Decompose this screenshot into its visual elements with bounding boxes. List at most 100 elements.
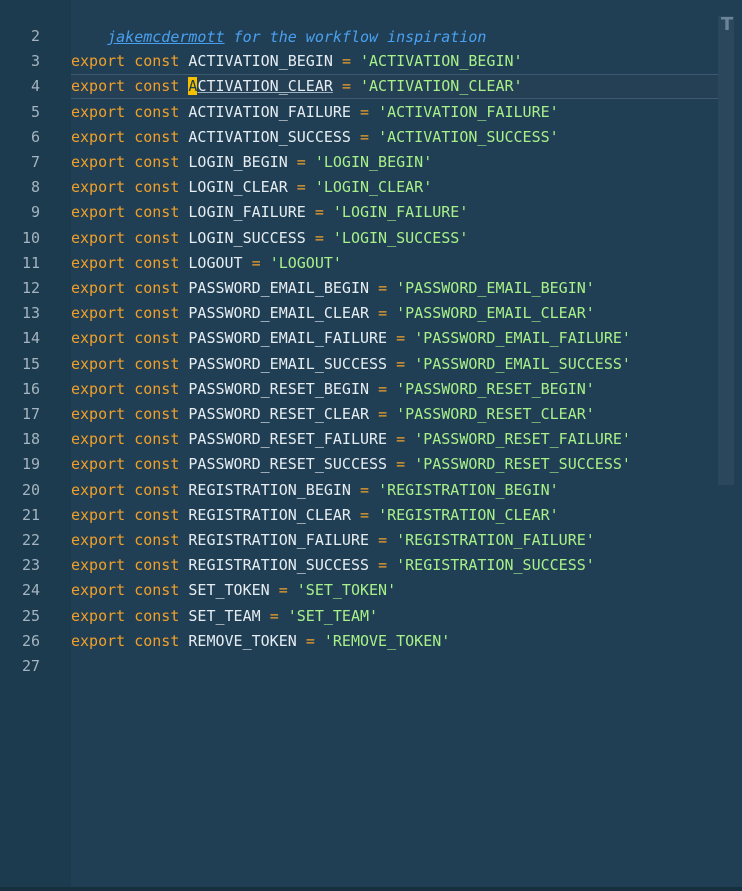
code-line[interactable]: export const PASSWORD_EMAIL_CLEAR = 'PAS…	[71, 301, 595, 326]
line-number: 27	[21, 657, 40, 675]
code-line[interactable]: export const LOGIN_FAILURE = 'LOGIN_FAIL…	[71, 200, 468, 225]
string-literal: 'LOGIN_SUCCESS'	[332, 229, 469, 247]
comment-text: for the workflow inspiration	[224, 28, 487, 46]
const-keyword: const	[134, 380, 180, 398]
line-number: 22	[21, 531, 40, 549]
line-number: 20	[21, 481, 40, 499]
code-line[interactable]: export const REGISTRATION_FAILURE = 'REG…	[71, 528, 595, 553]
equals-operator: =	[251, 254, 261, 272]
line-number: 10	[21, 229, 40, 247]
equals-operator: =	[360, 506, 370, 524]
equals-operator: =	[396, 355, 406, 373]
code-line[interactable]: export const ACTIVATION_CLEAR = 'ACTIVAT…	[71, 74, 523, 99]
export-keyword: export	[71, 556, 126, 574]
code-line[interactable]: export const LOGOUT = 'LOGOUT'	[71, 251, 342, 276]
line-number: 2	[30, 27, 40, 45]
string-literal: 'ACTIVATION_SUCCESS'	[378, 128, 559, 146]
constant-name: PASSWORD_RESET_SUCCESS	[188, 455, 388, 473]
string-literal: 'SET_TEAM'	[287, 607, 379, 625]
code-line[interactable]: export const SET_TOKEN = 'SET_TOKEN'	[71, 578, 396, 603]
code-line[interactable]: export const PASSWORD_RESET_SUCCESS = 'P…	[71, 452, 631, 477]
export-keyword: export	[71, 304, 126, 322]
code-line[interactable]: export const PASSWORD_EMAIL_SUCCESS = 'P…	[71, 352, 631, 377]
string-literal: 'PASSWORD_RESET_BEGIN'	[396, 380, 595, 398]
line-number: 9	[30, 203, 40, 221]
export-keyword: export	[71, 355, 126, 373]
export-keyword: export	[71, 254, 126, 272]
equals-operator: =	[314, 203, 324, 221]
code-line[interactable]: export const PASSWORD_RESET_CLEAR = 'PAS…	[71, 402, 595, 427]
equals-operator: =	[269, 607, 279, 625]
const-keyword: const	[134, 203, 180, 221]
constant-name: SET_TEAM	[188, 607, 261, 625]
equals-operator: =	[296, 153, 306, 171]
export-keyword: export	[71, 455, 126, 473]
code-line[interactable]: export const PASSWORD_RESET_FAILURE = 'P…	[71, 427, 631, 452]
code-line[interactable]: export const PASSWORD_RESET_BEGIN = 'PAS…	[71, 377, 595, 402]
constant-name: PASSWORD_EMAIL_BEGIN	[188, 279, 370, 297]
export-keyword: export	[71, 481, 126, 499]
code-line[interactable]: export const REGISTRATION_BEGIN = 'REGIS…	[71, 478, 559, 503]
code-editor[interactable]: jakemcdermott for the workflow inspirati…	[0, 0, 742, 891]
code-line[interactable]: export const PASSWORD_EMAIL_FAILURE = 'P…	[71, 326, 631, 351]
export-keyword: export	[71, 103, 126, 121]
string-literal: 'LOGIN_CLEAR'	[314, 178, 433, 196]
scrollbar-minimap[interactable]	[718, 16, 734, 485]
equals-operator: =	[378, 531, 388, 549]
line-number: 26	[21, 632, 40, 650]
equals-operator: =	[305, 632, 315, 650]
equals-operator: =	[360, 103, 370, 121]
equals-operator: =	[341, 52, 351, 70]
equals-operator: =	[296, 178, 306, 196]
code-line[interactable]: export const LOGIN_SUCCESS = 'LOGIN_SUCC…	[71, 226, 468, 251]
string-literal: 'PASSWORD_RESET_CLEAR'	[396, 405, 595, 423]
code-line[interactable]: export const REGISTRATION_SUCCESS = 'REG…	[71, 553, 595, 578]
code-line[interactable]: export const SET_TEAM = 'SET_TEAM'	[71, 604, 378, 629]
code-line[interactable]: export const REGISTRATION_CLEAR = 'REGIS…	[71, 503, 559, 528]
constant-name: ACTIVATION_CLEAR	[188, 77, 333, 95]
line-number: 23	[21, 556, 40, 574]
const-keyword: const	[134, 103, 180, 121]
constant-name: PASSWORD_RESET_BEGIN	[188, 380, 370, 398]
const-keyword: const	[134, 607, 180, 625]
export-keyword: export	[71, 506, 126, 524]
string-literal: 'REGISTRATION_BEGIN'	[378, 481, 559, 499]
export-keyword: export	[71, 178, 126, 196]
code-line[interactable]: export const LOGIN_BEGIN = 'LOGIN_BEGIN'	[71, 150, 432, 175]
line-number: 12	[21, 279, 40, 297]
const-keyword: const	[134, 556, 180, 574]
code-line[interactable]: export const PASSWORD_EMAIL_BEGIN = 'PAS…	[71, 276, 595, 301]
string-literal: 'LOGIN_FAILURE'	[332, 203, 469, 221]
const-keyword: const	[134, 178, 180, 196]
code-line[interactable]: export const ACTIVATION_BEGIN = 'ACTIVAT…	[71, 49, 523, 74]
string-literal: 'PASSWORD_EMAIL_FAILURE'	[414, 329, 631, 347]
author-link[interactable]: jakemcdermott	[107, 28, 224, 46]
code-line[interactable]: export const LOGIN_CLEAR = 'LOGIN_CLEAR'	[71, 175, 432, 200]
equals-operator: =	[396, 329, 406, 347]
code-line[interactable]: export const ACTIVATION_FAILURE = 'ACTIV…	[71, 100, 559, 125]
string-literal: 'PASSWORD_EMAIL_CLEAR'	[396, 304, 595, 322]
line-number: 7	[30, 153, 40, 171]
export-keyword: export	[71, 405, 126, 423]
line-number: 18	[21, 430, 40, 448]
line-number: 3	[30, 52, 40, 70]
constant-name: PASSWORD_RESET_CLEAR	[188, 405, 370, 423]
const-keyword: const	[134, 304, 180, 322]
status-strip	[0, 887, 742, 891]
constant-name: REMOVE_TOKEN	[188, 632, 297, 650]
equals-operator: =	[378, 405, 388, 423]
code-line[interactable]: export const ACTIVATION_SUCCESS = 'ACTIV…	[71, 125, 559, 150]
export-keyword: export	[71, 607, 126, 625]
code-line[interactable]: export const REMOVE_TOKEN = 'REMOVE_TOKE…	[71, 629, 450, 654]
const-keyword: const	[134, 430, 180, 448]
const-keyword: const	[134, 52, 180, 70]
equals-operator: =	[360, 128, 370, 146]
equals-operator: =	[360, 481, 370, 499]
string-literal: 'PASSWORD_EMAIL_SUCCESS'	[414, 355, 631, 373]
minimap-letter: T	[720, 14, 734, 35]
string-literal: 'ACTIVATION_FAILURE'	[378, 103, 559, 121]
const-keyword: const	[134, 329, 180, 347]
string-literal: 'LOGOUT'	[269, 254, 342, 272]
string-literal: 'PASSWORD_RESET_FAILURE'	[414, 430, 631, 448]
constant-name: LOGIN_BEGIN	[188, 153, 288, 171]
